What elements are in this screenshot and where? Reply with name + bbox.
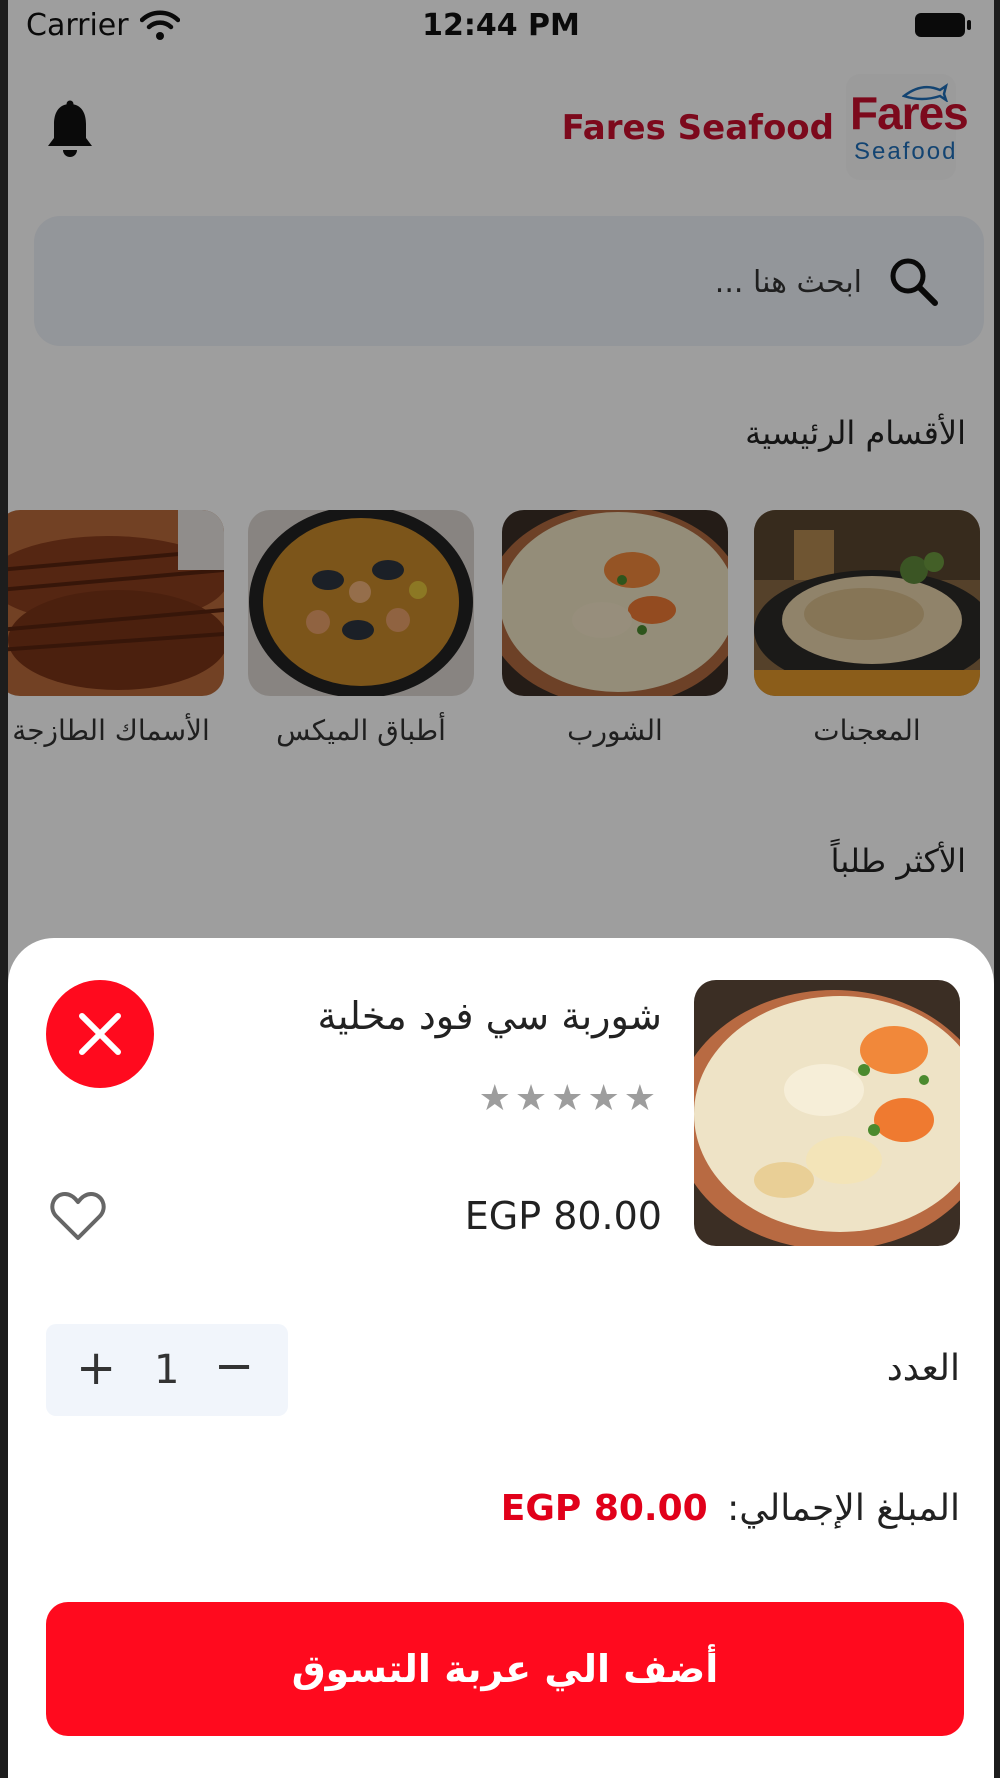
decrement-button[interactable]: − — [214, 1336, 254, 1396]
product-price: EGP 80.00 — [464, 1194, 662, 1238]
product-image — [694, 980, 960, 1246]
product-name: شوربة سي فود مخلية — [317, 994, 662, 1038]
product-bottom-sheet: شوربة سي فود مخلية ★★★★★ EGP 80.00 العدد… — [8, 938, 994, 1778]
rating-stars: ★★★★★ — [478, 1078, 660, 1119]
right-edge — [994, 0, 1000, 1778]
total-label: المبلغ الإجمالي: — [727, 1488, 960, 1529]
add-to-cart-button[interactable]: أضف الي عربة التسوق — [46, 1602, 964, 1736]
total-row: المبلغ الإجمالي: EGP 80.00 — [501, 1488, 960, 1529]
increment-button[interactable]: + — [76, 1338, 116, 1398]
quantity-stepper[interactable]: + 1 − — [46, 1324, 288, 1416]
quantity-label: العدد — [886, 1348, 960, 1389]
app-screen: Carrier 12:44 PM Fares Seafood Fares Sea… — [8, 0, 994, 1778]
quantity-value: 1 — [154, 1347, 180, 1393]
close-button[interactable] — [46, 980, 154, 1088]
left-edge — [0, 0, 8, 1778]
favorite-heart-icon[interactable] — [50, 1190, 106, 1242]
total-value: EGP 80.00 — [500, 1488, 708, 1529]
close-icon — [79, 1013, 121, 1055]
